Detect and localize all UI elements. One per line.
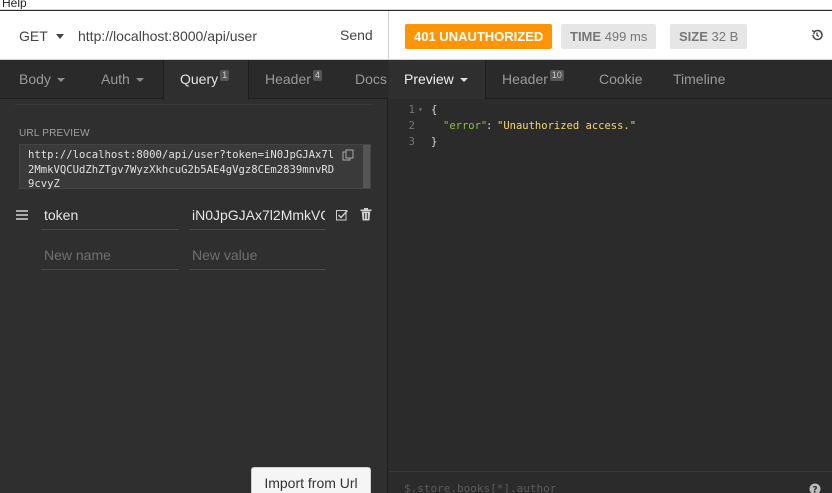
copy-icon[interactable] [342,149,354,161]
param-name-input[interactable]: token [41,202,179,230]
url-preview-label: URL PREVIEW [19,128,90,139]
tab-body-label: Body [19,71,51,87]
fold-arrow-icon[interactable]: ▾ [418,102,423,118]
tab-body[interactable]: Body [19,60,65,99]
tab-auth-label: Auth [101,71,130,87]
line-number: 2 [408,120,415,132]
tab-cookie-label: Cookie [599,71,643,87]
time-value: 499 ms [604,29,648,44]
tab-header-count: 4 [312,70,322,81]
code-line: 2 "error" : "Unauthorized access." [389,118,832,134]
size-badge: SIZE 32 B [670,24,748,49]
line-number: 3 [408,136,415,148]
tab-timeline-label: Timeline [673,71,726,87]
url-input[interactable]: http://localhost:8000/api/user [78,28,257,44]
tab-response-header-count: 10 [549,70,564,81]
chevron-down-icon [459,78,468,83]
json-value: "Unauthorized access." [497,120,637,132]
url-preview-scrollbar[interactable] [363,145,370,188]
request-tabs: Body Auth Query 1 Header 4 Docs [0,60,388,100]
filter-bar: $.store.books[*].author ? [389,471,832,493]
param-row: token iN0JpGJAx7l2MmkVQC [0,200,388,230]
time-label: TIME [570,29,602,44]
import-from-url-button[interactable]: Import from Url [251,467,371,493]
method-select[interactable]: GET [19,28,48,44]
tab-timeline[interactable]: Timeline [673,60,725,99]
checkbox-icon[interactable] [336,209,348,221]
time-badge: TIME 499 ms [561,24,657,49]
tab-query-count: 1 [220,70,230,81]
tab-auth[interactable]: Auth [101,60,144,99]
url-preview-text: http://localhost:8000/api/user?token=iN0… [28,149,335,190]
chevron-down-icon [56,78,65,83]
response-pane: Preview Header 10 Cookie Timeline 1 ▾ { 2… [389,60,832,493]
drag-handle-icon[interactable] [16,210,28,220]
divider [15,104,371,105]
json-open-brace: { [431,104,438,116]
tab-query[interactable]: Query 1 [163,60,249,100]
tab-preview[interactable]: Preview [389,60,486,99]
trash-icon[interactable] [360,208,372,221]
tab-docs[interactable]: Docs [355,60,387,99]
chevron-down-icon [135,78,144,83]
size-label: SIZE [679,29,708,44]
line-number: 1 [408,104,415,116]
tab-response-header-label: Header [502,71,548,87]
menu-bar: Help [0,0,832,10]
size-value: 32 B [711,29,739,44]
request-pane: Body Auth Query 1 Header 4 Docs URL PREVIE… [0,60,388,493]
tab-header[interactable]: Header 4 [265,60,322,99]
tab-header-label: Header [265,71,311,87]
filter-input[interactable]: $.store.books[*].author [404,482,556,493]
url-preview-box: http://localhost:8000/api/user?token=iN0… [19,144,371,190]
new-param-row: New name New value [0,240,388,270]
tab-docs-label: Docs [355,71,387,87]
response-bar: 401 UNAUTHORIZED TIME 499 ms SIZE 32 B [388,11,832,60]
code-line: 3 } [389,134,832,150]
chevron-down-icon[interactable] [56,34,64,39]
history-icon[interactable] [810,28,824,42]
send-button[interactable]: Send [340,27,373,43]
tab-cookie[interactable]: Cookie [599,60,643,99]
json-key: "error" [443,120,488,132]
svg-text:?: ? [812,486,817,493]
help-icon[interactable]: ? [809,483,821,493]
param-value-input[interactable]: iN0JpGJAx7l2MmkVQC [189,202,325,230]
request-bar: GET http://localhost:8000/api/user Send [0,11,388,60]
menu-help[interactable]: Help [2,0,27,9]
response-body: 1 ▾ { 2 "error" : "Unauthorized access."… [389,102,832,150]
tab-query-label: Query [180,71,219,87]
code-line: 1 ▾ { [389,102,832,118]
json-close-brace: } [431,136,438,148]
new-param-value-input[interactable]: New value [189,242,325,270]
new-param-name-input[interactable]: New name [41,242,179,270]
status-badge: 401 UNAUTHORIZED [405,24,553,49]
tab-response-header[interactable]: Header 10 [502,60,564,99]
response-tabs: Preview Header 10 Cookie Timeline [389,60,832,99]
tab-preview-label: Preview [404,71,454,87]
